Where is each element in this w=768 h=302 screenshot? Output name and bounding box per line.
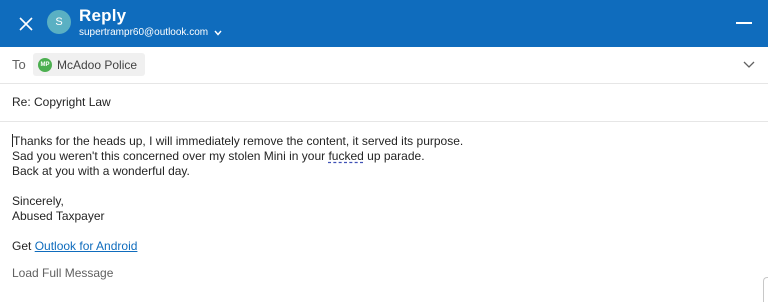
page-title: Reply xyxy=(79,6,127,25)
closing-line: Sincerely, xyxy=(12,194,64,208)
to-field: To MP McAdoo Police xyxy=(0,47,768,84)
spellcheck-flagged-word[interactable]: fucked xyxy=(328,149,363,163)
expand-recipients-button[interactable] xyxy=(742,57,756,71)
body-line: Thanks for the heads up, I will immediat… xyxy=(12,134,464,148)
chevron-down-icon xyxy=(214,30,222,36)
close-button[interactable] xyxy=(14,12,38,36)
subject-text: Re: Copyright Law xyxy=(12,95,111,109)
body-line: Sad you weren't this concerned over my s… xyxy=(12,149,425,163)
outlook-android-link[interactable]: Outlook for Android xyxy=(35,239,138,253)
close-icon xyxy=(19,17,33,31)
minimize-button[interactable] xyxy=(736,19,752,29)
account-avatar[interactable]: S xyxy=(47,10,71,34)
message-body[interactable]: Thanks for the heads up, I will immediat… xyxy=(12,134,752,254)
compose-header: S Reply supertrampr60@outlook.com xyxy=(0,0,768,47)
to-label: To xyxy=(12,57,26,72)
account-selector[interactable]: supertrampr60@outlook.com xyxy=(79,27,222,38)
load-full-message-button[interactable]: Load Full Message xyxy=(12,266,113,280)
recipient-chip[interactable]: MP McAdoo Police xyxy=(33,53,146,76)
signature-line: Abused Taxpayer xyxy=(12,209,105,223)
recipient-name: McAdoo Police xyxy=(57,57,138,72)
account-email: supertrampr60@outlook.com xyxy=(79,27,209,38)
chevron-down-icon xyxy=(743,61,755,68)
body-line: Back at you with a wonderful day. xyxy=(12,164,190,178)
recipient-avatar: MP xyxy=(38,57,52,72)
footer-line: Get Outlook for Android xyxy=(12,239,138,253)
subject-field[interactable]: Re: Copyright Law xyxy=(0,84,768,122)
scrollbar[interactable] xyxy=(763,277,768,302)
